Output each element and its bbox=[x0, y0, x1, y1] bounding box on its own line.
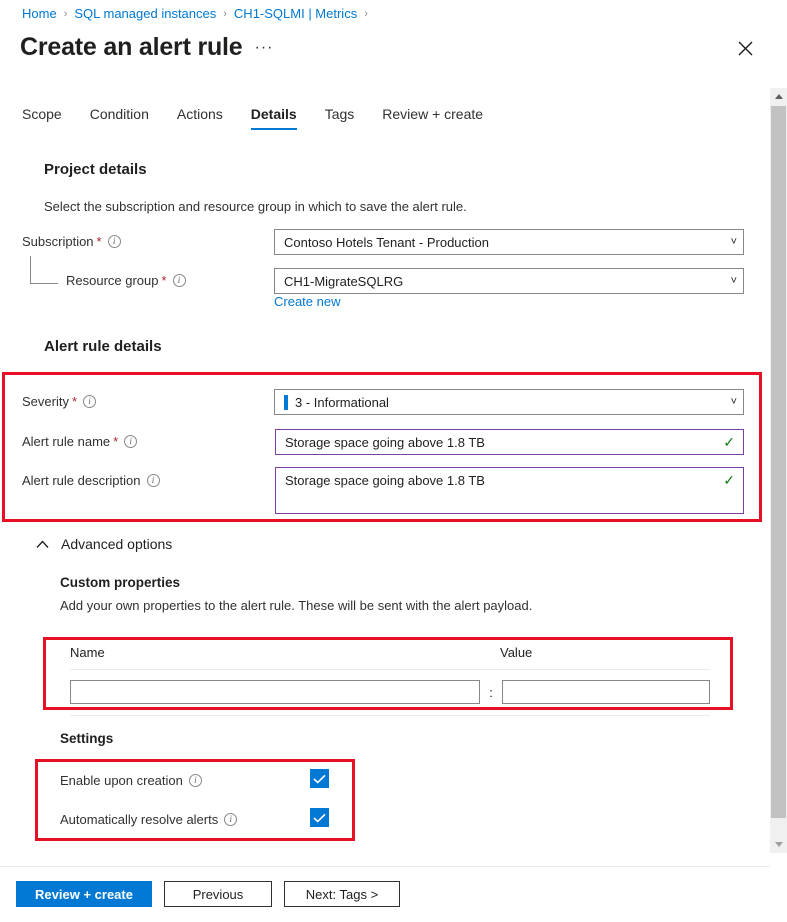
close-icon[interactable] bbox=[733, 36, 757, 60]
alert-rule-name-label-text: Alert rule name bbox=[22, 434, 110, 449]
breadcrumb: Home › SQL managed instances › CH1-SQLMI… bbox=[22, 6, 368, 21]
resource-group-dropdown[interactable]: CH1-MigrateSQLRG ˅ bbox=[274, 268, 744, 294]
footer-divider bbox=[0, 866, 770, 867]
valid-check-icon: ✓ bbox=[717, 473, 735, 487]
severity-required-marker: * bbox=[72, 394, 77, 409]
tab-actions[interactable]: Actions bbox=[163, 106, 237, 130]
chevron-down-icon: ˅ bbox=[725, 396, 737, 408]
title-row: Create an alert rule ··· bbox=[20, 33, 273, 62]
chevron-down-icon: ˅ bbox=[725, 275, 737, 287]
scrollbar-thumb[interactable] bbox=[771, 106, 786, 818]
custom-properties-table: Name Value : bbox=[70, 645, 710, 716]
tab-review-create[interactable]: Review + create bbox=[368, 106, 497, 130]
settings-heading: Settings bbox=[60, 731, 113, 746]
breadcrumb-item-ch1-sqlmi-metrics[interactable]: CH1-SQLMI | Metrics bbox=[234, 6, 357, 21]
automatically-resolve-alerts-info-icon[interactable]: i bbox=[224, 813, 237, 826]
alert-rule-description-info-icon[interactable]: i bbox=[147, 474, 160, 487]
footer-actions: Review + create Previous Next: Tags > bbox=[16, 881, 400, 907]
breadcrumb-separator-icon: › bbox=[364, 8, 368, 20]
advanced-options-label: Advanced options bbox=[61, 536, 172, 552]
alert-rule-name-input[interactable]: Storage space going above 1.8 TB ✓ bbox=[275, 429, 744, 455]
wizard-tabs: Scope Condition Actions Details Tags Rev… bbox=[22, 106, 497, 130]
severity-value: 3 - Informational bbox=[295, 395, 725, 410]
severity-color-indicator bbox=[284, 395, 288, 410]
column-header-value: Value bbox=[500, 645, 532, 660]
breadcrumb-separator-icon: › bbox=[223, 8, 227, 20]
enable-upon-creation-info-icon[interactable]: i bbox=[189, 774, 202, 787]
project-details-description: Select the subscription and resource gro… bbox=[44, 199, 467, 214]
tab-details[interactable]: Details bbox=[237, 106, 311, 130]
resource-group-required-marker: * bbox=[162, 273, 167, 288]
tab-scope[interactable]: Scope bbox=[22, 106, 76, 130]
review-create-button[interactable]: Review + create bbox=[16, 881, 152, 907]
resource-group-label: Resource group * i bbox=[66, 273, 186, 288]
scroll-up-arrow-icon[interactable] bbox=[770, 88, 787, 105]
automatically-resolve-alerts-checkbox[interactable] bbox=[310, 808, 329, 827]
subscription-required-marker: * bbox=[97, 234, 102, 249]
resource-group-info-icon[interactable]: i bbox=[173, 274, 186, 287]
subscription-info-icon[interactable]: i bbox=[108, 235, 121, 248]
alert-rule-description-value: Storage space going above 1.8 TB bbox=[285, 473, 717, 488]
tab-tags[interactable]: Tags bbox=[311, 106, 369, 130]
severity-info-icon[interactable]: i bbox=[83, 395, 96, 408]
custom-property-separator: : bbox=[480, 685, 502, 700]
custom-property-value-input[interactable] bbox=[502, 680, 710, 704]
alert-rule-name-info-icon[interactable]: i bbox=[124, 435, 137, 448]
custom-property-name-input[interactable] bbox=[70, 680, 480, 704]
alert-rule-name-required-marker: * bbox=[113, 434, 118, 449]
project-details-heading: Project details bbox=[44, 161, 147, 178]
chevron-down-icon: ˅ bbox=[725, 236, 737, 248]
create-new-resource-group-link[interactable]: Create new bbox=[274, 294, 340, 309]
custom-properties-header-row: Name Value bbox=[70, 645, 710, 660]
tab-condition[interactable]: Condition bbox=[76, 106, 163, 130]
custom-properties-heading: Custom properties bbox=[60, 575, 180, 590]
alert-rule-description-label-text: Alert rule description bbox=[22, 473, 141, 488]
severity-dropdown[interactable]: 3 - Informational ˅ bbox=[274, 389, 744, 415]
custom-properties-row: : bbox=[70, 670, 710, 704]
severity-label-text: Severity bbox=[22, 394, 69, 409]
automatically-resolve-alerts-label-text: Automatically resolve alerts bbox=[60, 812, 218, 827]
create-alert-rule-page: Home › SQL managed instances › CH1-SQLMI… bbox=[0, 0, 787, 922]
advanced-options-toggle[interactable]: Advanced options bbox=[36, 536, 172, 552]
resource-group-label-text: Resource group bbox=[66, 273, 159, 288]
resource-group-value: CH1-MigrateSQLRG bbox=[284, 274, 725, 289]
subscription-label: Subscription * i bbox=[22, 234, 121, 249]
valid-check-icon: ✓ bbox=[717, 435, 735, 449]
subscription-dropdown[interactable]: Contoso Hotels Tenant - Production ˅ bbox=[274, 229, 744, 255]
alert-rule-name-value: Storage space going above 1.8 TB bbox=[285, 435, 717, 450]
subscription-value: Contoso Hotels Tenant - Production bbox=[284, 235, 725, 250]
alert-rule-description-textarea[interactable]: Storage space going above 1.8 TB ✓ bbox=[275, 467, 744, 514]
breadcrumb-item-home[interactable]: Home bbox=[22, 6, 57, 21]
subscription-label-text: Subscription bbox=[22, 234, 94, 249]
tree-connector bbox=[30, 256, 58, 284]
more-options-button[interactable]: ··· bbox=[255, 39, 274, 57]
automatically-resolve-alerts-label: Automatically resolve alerts i bbox=[60, 812, 237, 827]
alert-rule-name-label: Alert rule name * i bbox=[22, 434, 137, 449]
next-tags-button[interactable]: Next: Tags > bbox=[284, 881, 400, 907]
enable-upon-creation-checkbox[interactable] bbox=[310, 769, 329, 788]
page-title: Create an alert rule bbox=[20, 33, 243, 62]
chevron-up-icon bbox=[36, 536, 49, 552]
alert-rule-description-label: Alert rule description i bbox=[22, 473, 160, 488]
breadcrumb-separator-icon: › bbox=[64, 8, 68, 20]
breadcrumb-item-sql-managed-instances[interactable]: SQL managed instances bbox=[74, 6, 216, 21]
alert-rule-details-heading: Alert rule details bbox=[44, 338, 162, 355]
severity-label: Severity * i bbox=[22, 394, 96, 409]
custom-properties-description: Add your own properties to the alert rul… bbox=[60, 598, 532, 613]
previous-button[interactable]: Previous bbox=[164, 881, 272, 907]
vertical-scrollbar[interactable] bbox=[770, 88, 787, 853]
table-divider bbox=[70, 715, 710, 716]
scroll-down-arrow-icon[interactable] bbox=[770, 836, 787, 853]
enable-upon-creation-label-text: Enable upon creation bbox=[60, 773, 183, 788]
enable-upon-creation-label: Enable upon creation i bbox=[60, 773, 202, 788]
settings-highlight bbox=[35, 759, 355, 841]
column-header-name: Name bbox=[70, 645, 500, 660]
